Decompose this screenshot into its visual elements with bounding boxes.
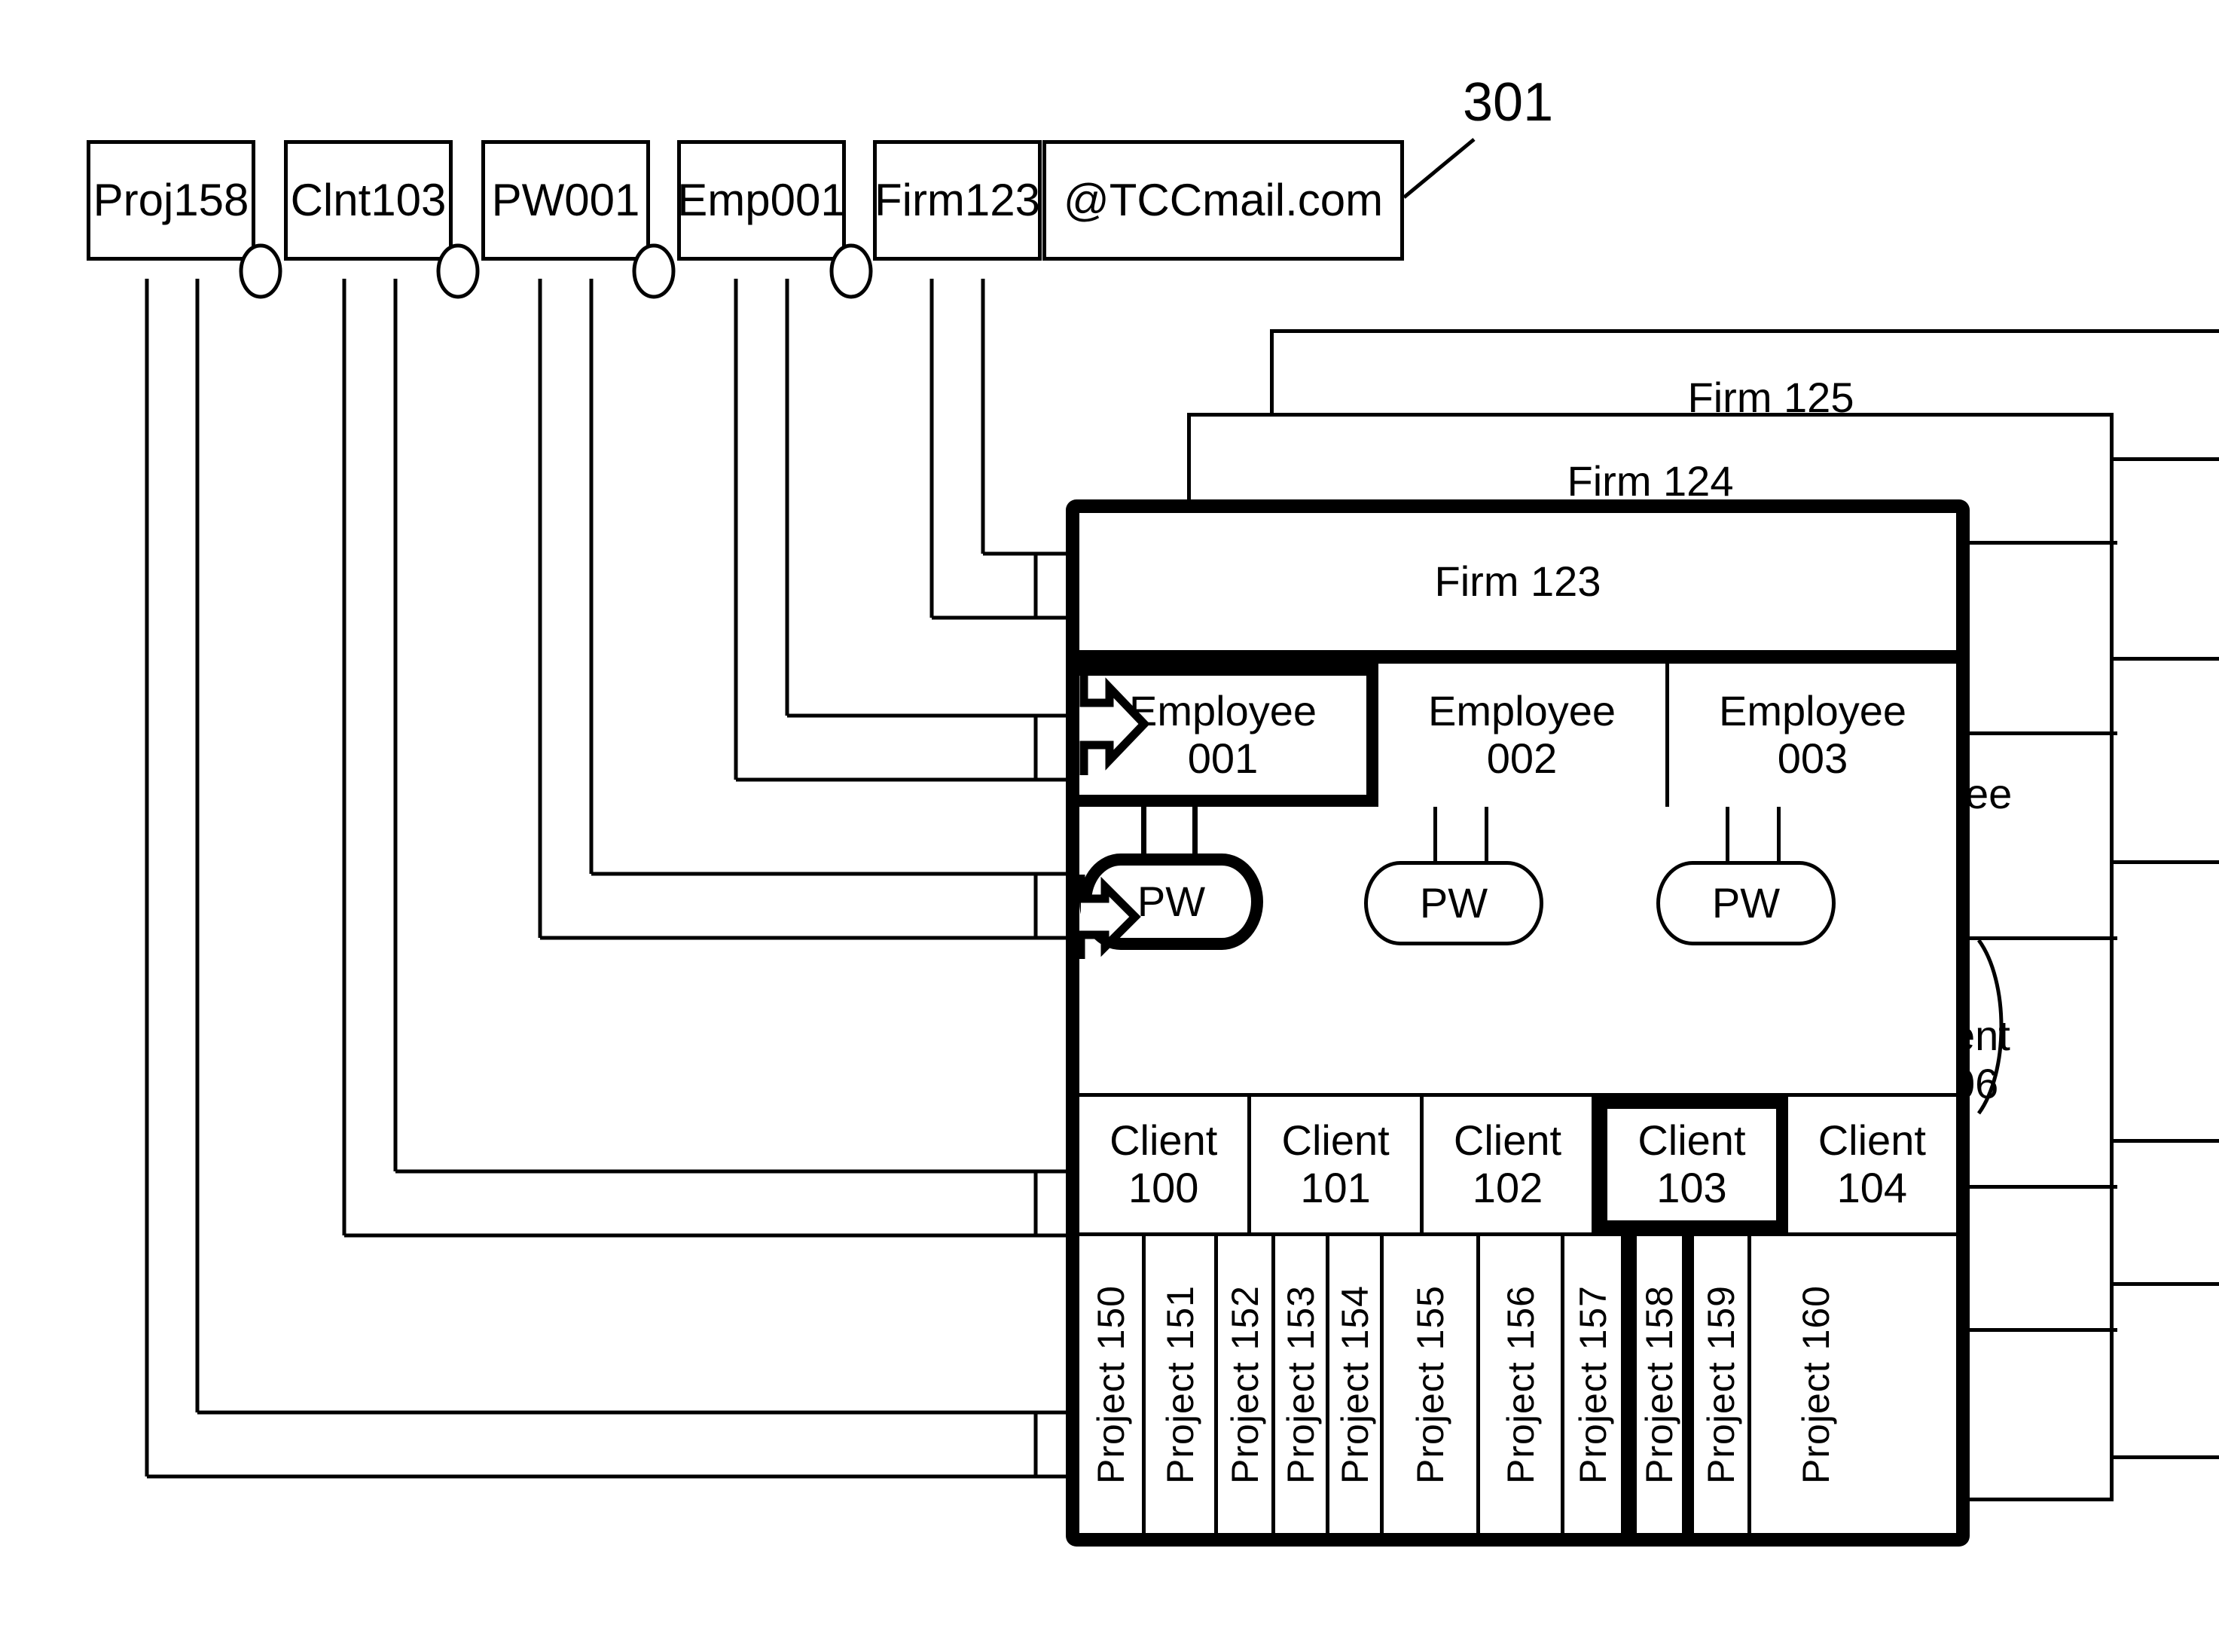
- figure-canvas: Firm 125 ee ent 22 Firm 124 ee ent 06: [0, 0, 2219, 1652]
- reference-numeral-301: 301: [1463, 72, 1554, 133]
- wire-hops-and-leader: [239, 138, 1476, 299]
